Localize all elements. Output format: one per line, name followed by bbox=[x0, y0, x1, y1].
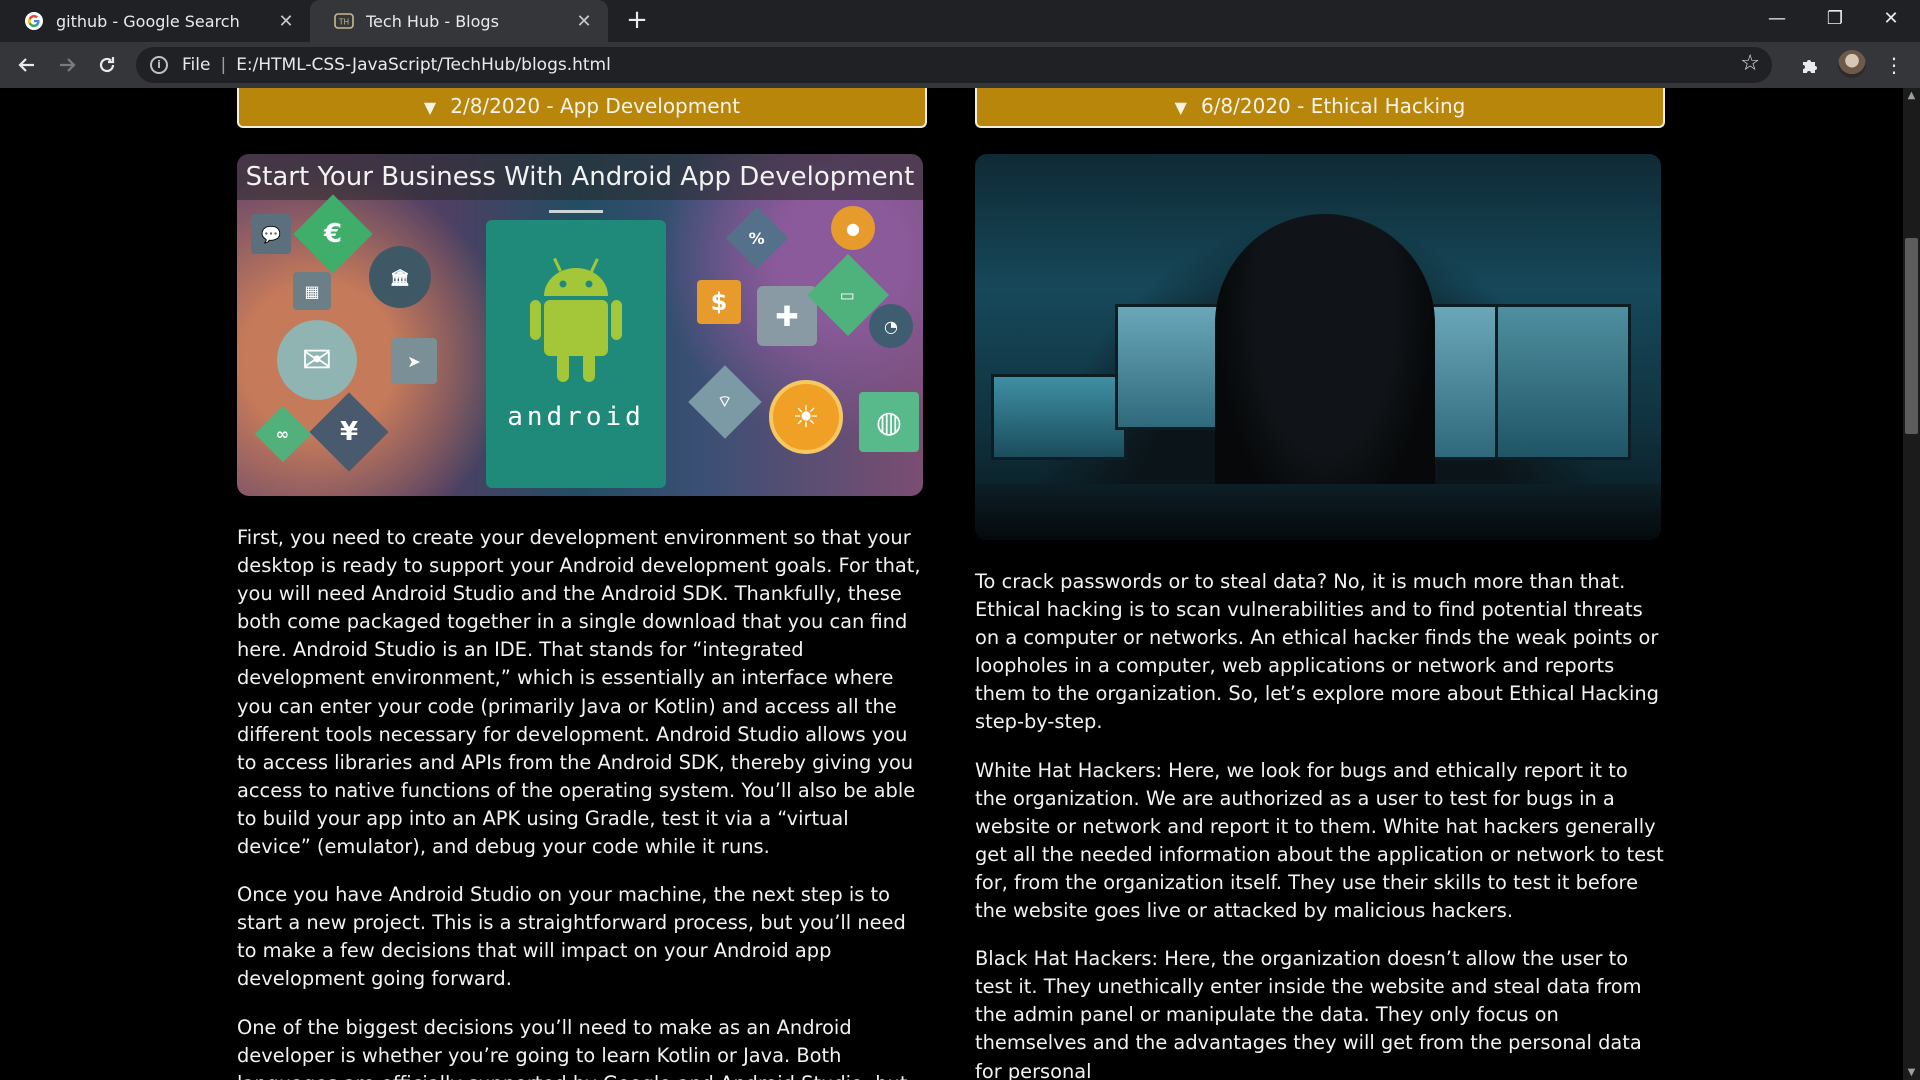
yen-icon: ¥ bbox=[309, 392, 389, 472]
monitor-screen bbox=[1495, 304, 1631, 460]
blog-paragraph: To crack passwords or to steal data? No,… bbox=[975, 570, 1659, 734]
page-viewport: ▼ 2/8/2020 - App Development Start Your B… bbox=[0, 88, 1903, 1080]
dollar-icon: $ bbox=[697, 280, 741, 324]
send-icon: ➤ bbox=[391, 338, 437, 384]
wifi-icon: ⌔ bbox=[688, 365, 762, 439]
bank-icon: 🏛 bbox=[369, 246, 431, 308]
tab-github-search[interactable]: github - Google Search ✕ bbox=[0, 0, 310, 42]
info-icon[interactable]: i bbox=[150, 56, 168, 74]
blog-summary-label: 6/8/2020 - Ethical Hacking bbox=[1200, 94, 1466, 118]
triangle-down-icon: ▼ bbox=[1174, 98, 1187, 117]
percent-icon: % bbox=[725, 206, 789, 270]
desk bbox=[975, 484, 1661, 540]
page-scrollbar[interactable]: ▲ ▼ bbox=[1903, 88, 1920, 1080]
puzzle-extension-icon[interactable] bbox=[1794, 49, 1826, 81]
blog-card-app-development: ▼ 2/8/2020 - App Development Start Your B… bbox=[237, 88, 927, 1080]
blog-paragraph: First, you need to create your developme… bbox=[237, 526, 921, 859]
globe-icon: ◍ bbox=[859, 392, 919, 452]
euro-icon: € bbox=[293, 194, 373, 274]
world-map-screen bbox=[991, 374, 1127, 460]
blog-paragraph: Once you have Android Studio on your mac… bbox=[237, 883, 906, 991]
address-url[interactable]: E:/HTML-CSS-JavaScript/TechHub/blogs.htm… bbox=[236, 55, 611, 75]
forward-arrow-icon[interactable] bbox=[50, 48, 84, 82]
blog-paragraph: White Hat Hackers: Here, we look for bug… bbox=[975, 758, 1664, 923]
close-icon[interactable]: ✕ bbox=[574, 11, 594, 32]
address-bar[interactable]: i File | E:/HTML-CSS-JavaScript/TechHub/… bbox=[136, 47, 1772, 83]
back-arrow-icon[interactable] bbox=[10, 48, 44, 82]
scroll-up-arrow-icon[interactable]: ▲ bbox=[1903, 90, 1920, 101]
android-wordmark: android bbox=[507, 402, 645, 432]
address-scheme-label: File bbox=[182, 55, 211, 75]
restore-icon[interactable]: ❐ bbox=[1806, 0, 1864, 40]
lightbulb-icon: ☀ bbox=[769, 380, 843, 454]
avatar[interactable] bbox=[1838, 50, 1866, 78]
blog-paragraph: Black Hat Hackers: Here, the organizatio… bbox=[975, 947, 1642, 1080]
blog-summary-label: 2/8/2020 - App Development bbox=[450, 94, 741, 118]
browser-toolbar: i File | E:/HTML-CSS-JavaScript/TechHub/… bbox=[0, 42, 1920, 88]
speech-bubble-icon: ● bbox=[831, 206, 875, 250]
tab-title: github - Google Search bbox=[56, 11, 240, 31]
blog-body: To crack passwords or to steal data? No,… bbox=[975, 568, 1665, 1080]
minimize-icon[interactable]: — bbox=[1748, 0, 1806, 40]
blog-summary-toggle[interactable]: ▼ 2/8/2020 - App Development bbox=[237, 88, 927, 128]
svg-text:TH: TH bbox=[338, 18, 349, 27]
pie-chart-icon: ◔ bbox=[869, 304, 913, 348]
tab-title: Tech Hub - Blogs bbox=[366, 11, 499, 31]
android-robot-icon bbox=[530, 257, 622, 382]
close-window-icon[interactable]: ✕ bbox=[1862, 0, 1920, 40]
blog-body: First, you need to create your developme… bbox=[237, 524, 927, 1080]
tab-strip: github - Google Search ✕ TH Tech Hub - B… bbox=[0, 0, 1920, 42]
android-phone-graphic: android bbox=[486, 210, 666, 488]
scroll-down-arrow-icon[interactable]: ▼ bbox=[1903, 1067, 1920, 1078]
triangle-down-icon: ▼ bbox=[423, 98, 437, 117]
share-icon: ∞ bbox=[254, 405, 312, 463]
blog-summary-toggle[interactable]: ▼ 6/8/2020 - Ethical Hacking bbox=[975, 88, 1665, 128]
image-caption: Start Your Business With Android App Dev… bbox=[237, 154, 923, 200]
close-icon[interactable]: ✕ bbox=[276, 11, 296, 32]
blog-card-ethical-hacking: ▼ 6/8/2020 - Ethical Hacking To crack pas… bbox=[975, 88, 1665, 1080]
android-blog-image: Start Your Business With Android App Dev… bbox=[237, 154, 923, 496]
kebab-menu-icon[interactable]: ⋮ bbox=[1878, 49, 1910, 81]
star-icon[interactable]: ☆ bbox=[1740, 51, 1760, 76]
mail-icon: ✉ bbox=[277, 320, 357, 400]
blog-paragraph: One of the biggest decisions you’ll need… bbox=[237, 1015, 907, 1080]
google-g-icon bbox=[25, 12, 43, 30]
tab-tech-hub-blogs[interactable]: TH Tech Hub - Blogs ✕ bbox=[310, 0, 608, 42]
address-separator: | bbox=[220, 55, 227, 75]
reload-icon[interactable] bbox=[90, 48, 124, 82]
plus-icon[interactable]: + bbox=[620, 4, 654, 38]
scrollbar-thumb[interactable] bbox=[1905, 238, 1918, 434]
chat-icon: 💬 bbox=[251, 214, 291, 254]
techhub-favicon-icon: TH bbox=[334, 13, 354, 29]
calculator-icon: ▦ bbox=[293, 272, 331, 310]
hacker-blog-image bbox=[975, 154, 1661, 540]
